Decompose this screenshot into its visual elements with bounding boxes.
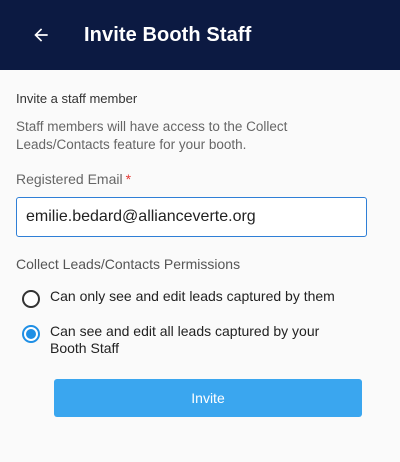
invite-button[interactable]: Invite	[54, 379, 362, 417]
email-label-text: Registered Email	[16, 171, 123, 187]
permission-option-all-leads[interactable]: Can see and edit all leads captured by y…	[16, 323, 384, 357]
section-title: Invite a staff member	[16, 91, 138, 106]
invite-button-label: Invite	[191, 390, 225, 406]
radio-unselected-icon[interactable]	[22, 290, 40, 308]
permission-option-label: Can see and edit all leads captured by y…	[50, 323, 320, 356]
description-text: Staff members will have access to the Co…	[16, 119, 288, 152]
back-button[interactable]	[26, 20, 56, 50]
radio-selected-icon[interactable]	[22, 325, 40, 343]
invite-form: Invite a staff member Staff members will…	[0, 70, 400, 417]
required-mark: *	[125, 171, 132, 187]
page-title: Invite Booth Staff	[84, 23, 252, 46]
permission-option-own-leads[interactable]: Can only see and edit leads captured by …	[16, 288, 384, 308]
email-label: Registered Email *	[16, 171, 384, 187]
email-value: emilie.bedard@allianceverte.org	[26, 208, 256, 225]
invite-booth-staff-screen: Invite Booth Staff Invite a staff member…	[0, 0, 400, 462]
app-header: Invite Booth Staff	[0, 0, 400, 70]
permission-option-label: Can only see and edit leads captured by …	[50, 288, 335, 304]
permissions-title: Collect Leads/Contacts Permissions	[16, 256, 241, 272]
email-field[interactable]: emilie.bedard@allianceverte.org	[16, 197, 367, 237]
arrow-left-icon	[34, 28, 48, 42]
